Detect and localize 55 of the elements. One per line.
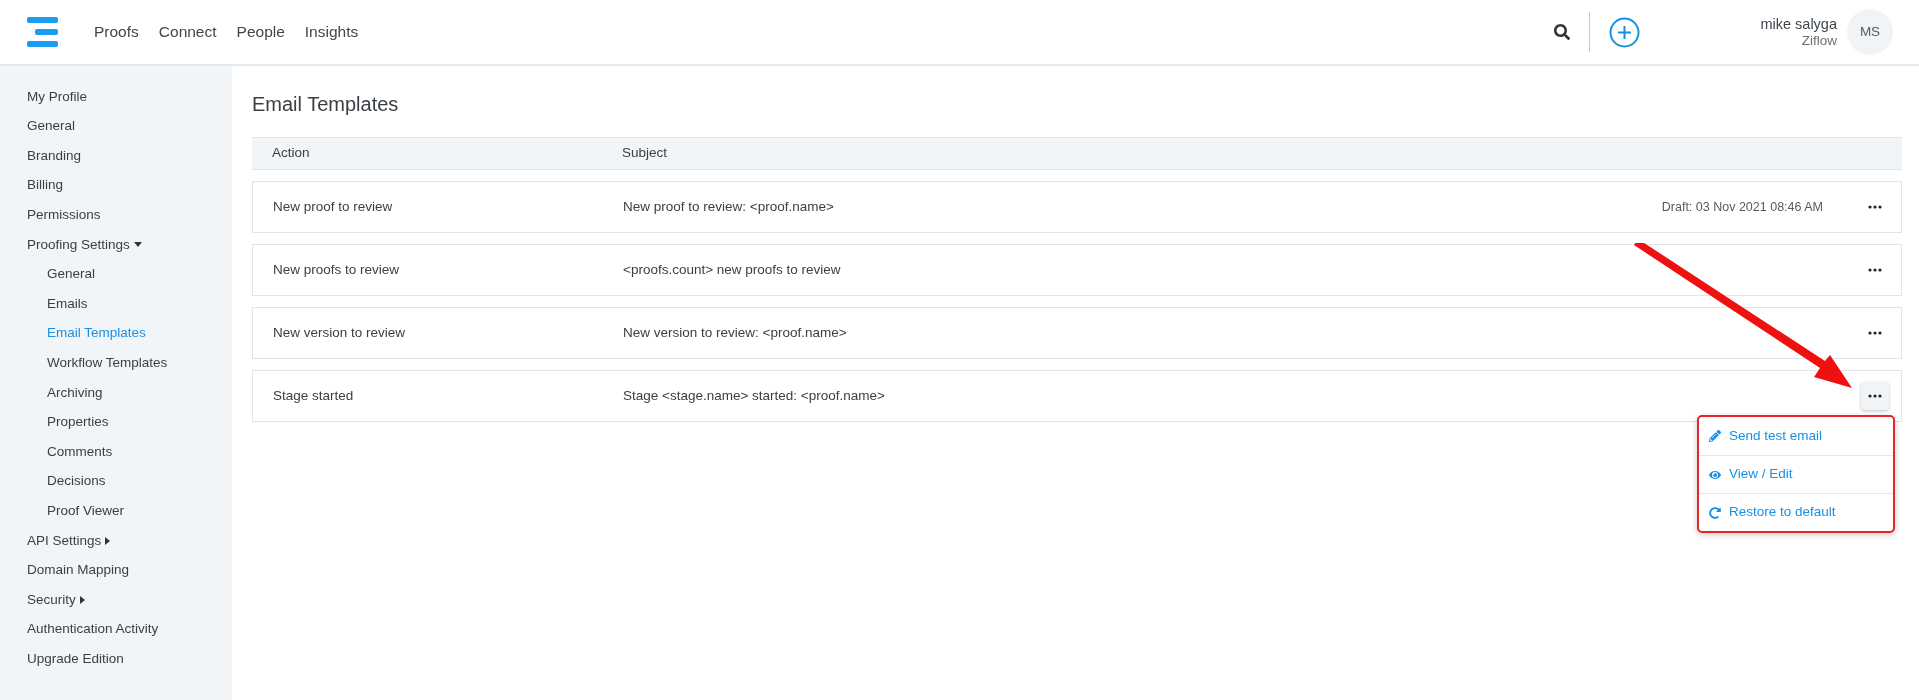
user-name: mike salyga [1760, 14, 1837, 33]
sidebar-item[interactable]: Authentication Activity [27, 619, 159, 640]
add-icon[interactable] [1609, 16, 1641, 48]
nav-link[interactable]: Connect [158, 20, 217, 44]
sidebar-item[interactable]: Decisions [47, 471, 106, 492]
nav-link[interactable]: Proofs [94, 20, 139, 44]
company-name: Ziflow [1801, 32, 1837, 50]
pencil-icon [1709, 430, 1721, 442]
action-cell-text: New version to review [272, 323, 407, 342]
sidebar-item[interactable]: Security [27, 589, 76, 610]
sidebar-item[interactable]: API Settings [27, 530, 102, 551]
table-row[interactable]: New proof to review New proof to review: <proof.name> Draft: 03 Nov 2021 08:46 AM [252, 181, 1902, 233]
action-cell-text: Stage started [272, 386, 355, 405]
user-avatar[interactable]: MS [1847, 9, 1893, 55]
nav-link[interactable]: Insights [304, 20, 359, 44]
sidebar-item[interactable]: Proof Viewer [47, 501, 125, 522]
column-header: Action [271, 144, 311, 163]
eye-icon [1709, 468, 1721, 481]
sidebar-item[interactable]: Comments [47, 441, 113, 463]
sidebar-item[interactable]: Permissions [27, 205, 101, 226]
restore-icon [1709, 506, 1721, 519]
search-icon[interactable] [1554, 24, 1571, 40]
action-cell-text: New proof to review [272, 197, 394, 216]
sidebar-item[interactable]: Domain Mapping [27, 560, 130, 581]
more-icon [1868, 205, 1882, 209]
table-row[interactable]: New proofs to review <proofs.count> new proofs to review [252, 244, 1902, 296]
sidebar-item[interactable]: Workflow Templates [47, 353, 168, 374]
more-icon [1868, 268, 1882, 272]
action-cell-text: New proofs to review [272, 260, 401, 279]
subject-cell-text: <proofs.count> new proofs to review [623, 260, 841, 279]
logo-icon[interactable] [27, 17, 58, 47]
menu-item[interactable]: Restore to default [1699, 493, 1893, 531]
menu-item[interactable]: Send test email [1699, 417, 1893, 455]
nav-link[interactable]: People [236, 20, 285, 44]
subject-cell-text: New proof to review: <proof.name> [623, 197, 834, 216]
subject-cell-text: Stage <stage.name> started: <proof.name> [623, 386, 885, 405]
subject-cell-text: New version to review: <proof.name> [623, 323, 847, 342]
more-icon [1868, 394, 1882, 398]
sidebar-item[interactable]: Archiving [47, 382, 103, 403]
column-header: Subject [622, 144, 668, 163]
sidebar-item[interactable]: Branding [27, 145, 82, 167]
sidebar-item[interactable]: Billing [27, 175, 64, 196]
sidebar-item[interactable]: Proofing Settings [27, 234, 130, 255]
sidebar-item[interactable]: General [47, 264, 96, 285]
more-icon [1868, 331, 1882, 335]
sidebar-item[interactable]: Properties [47, 412, 109, 433]
sidebar-item[interactable]: Upgrade Edition [27, 648, 124, 670]
sidebar-item[interactable]: General [27, 116, 76, 137]
table-row[interactable]: New version to review New version to review: <proof.name> [252, 307, 1902, 359]
draft-date: Draft: 03 Nov 2021 08:46 AM [1661, 198, 1823, 216]
sidebar-item[interactable]: Emails [47, 293, 88, 315]
sidebar-item[interactable]: My Profile [27, 86, 87, 107]
page-title: Email Templates [252, 92, 400, 117]
menu-item[interactable]: View / Edit [1699, 455, 1893, 493]
more-button[interactable] [1861, 382, 1889, 410]
